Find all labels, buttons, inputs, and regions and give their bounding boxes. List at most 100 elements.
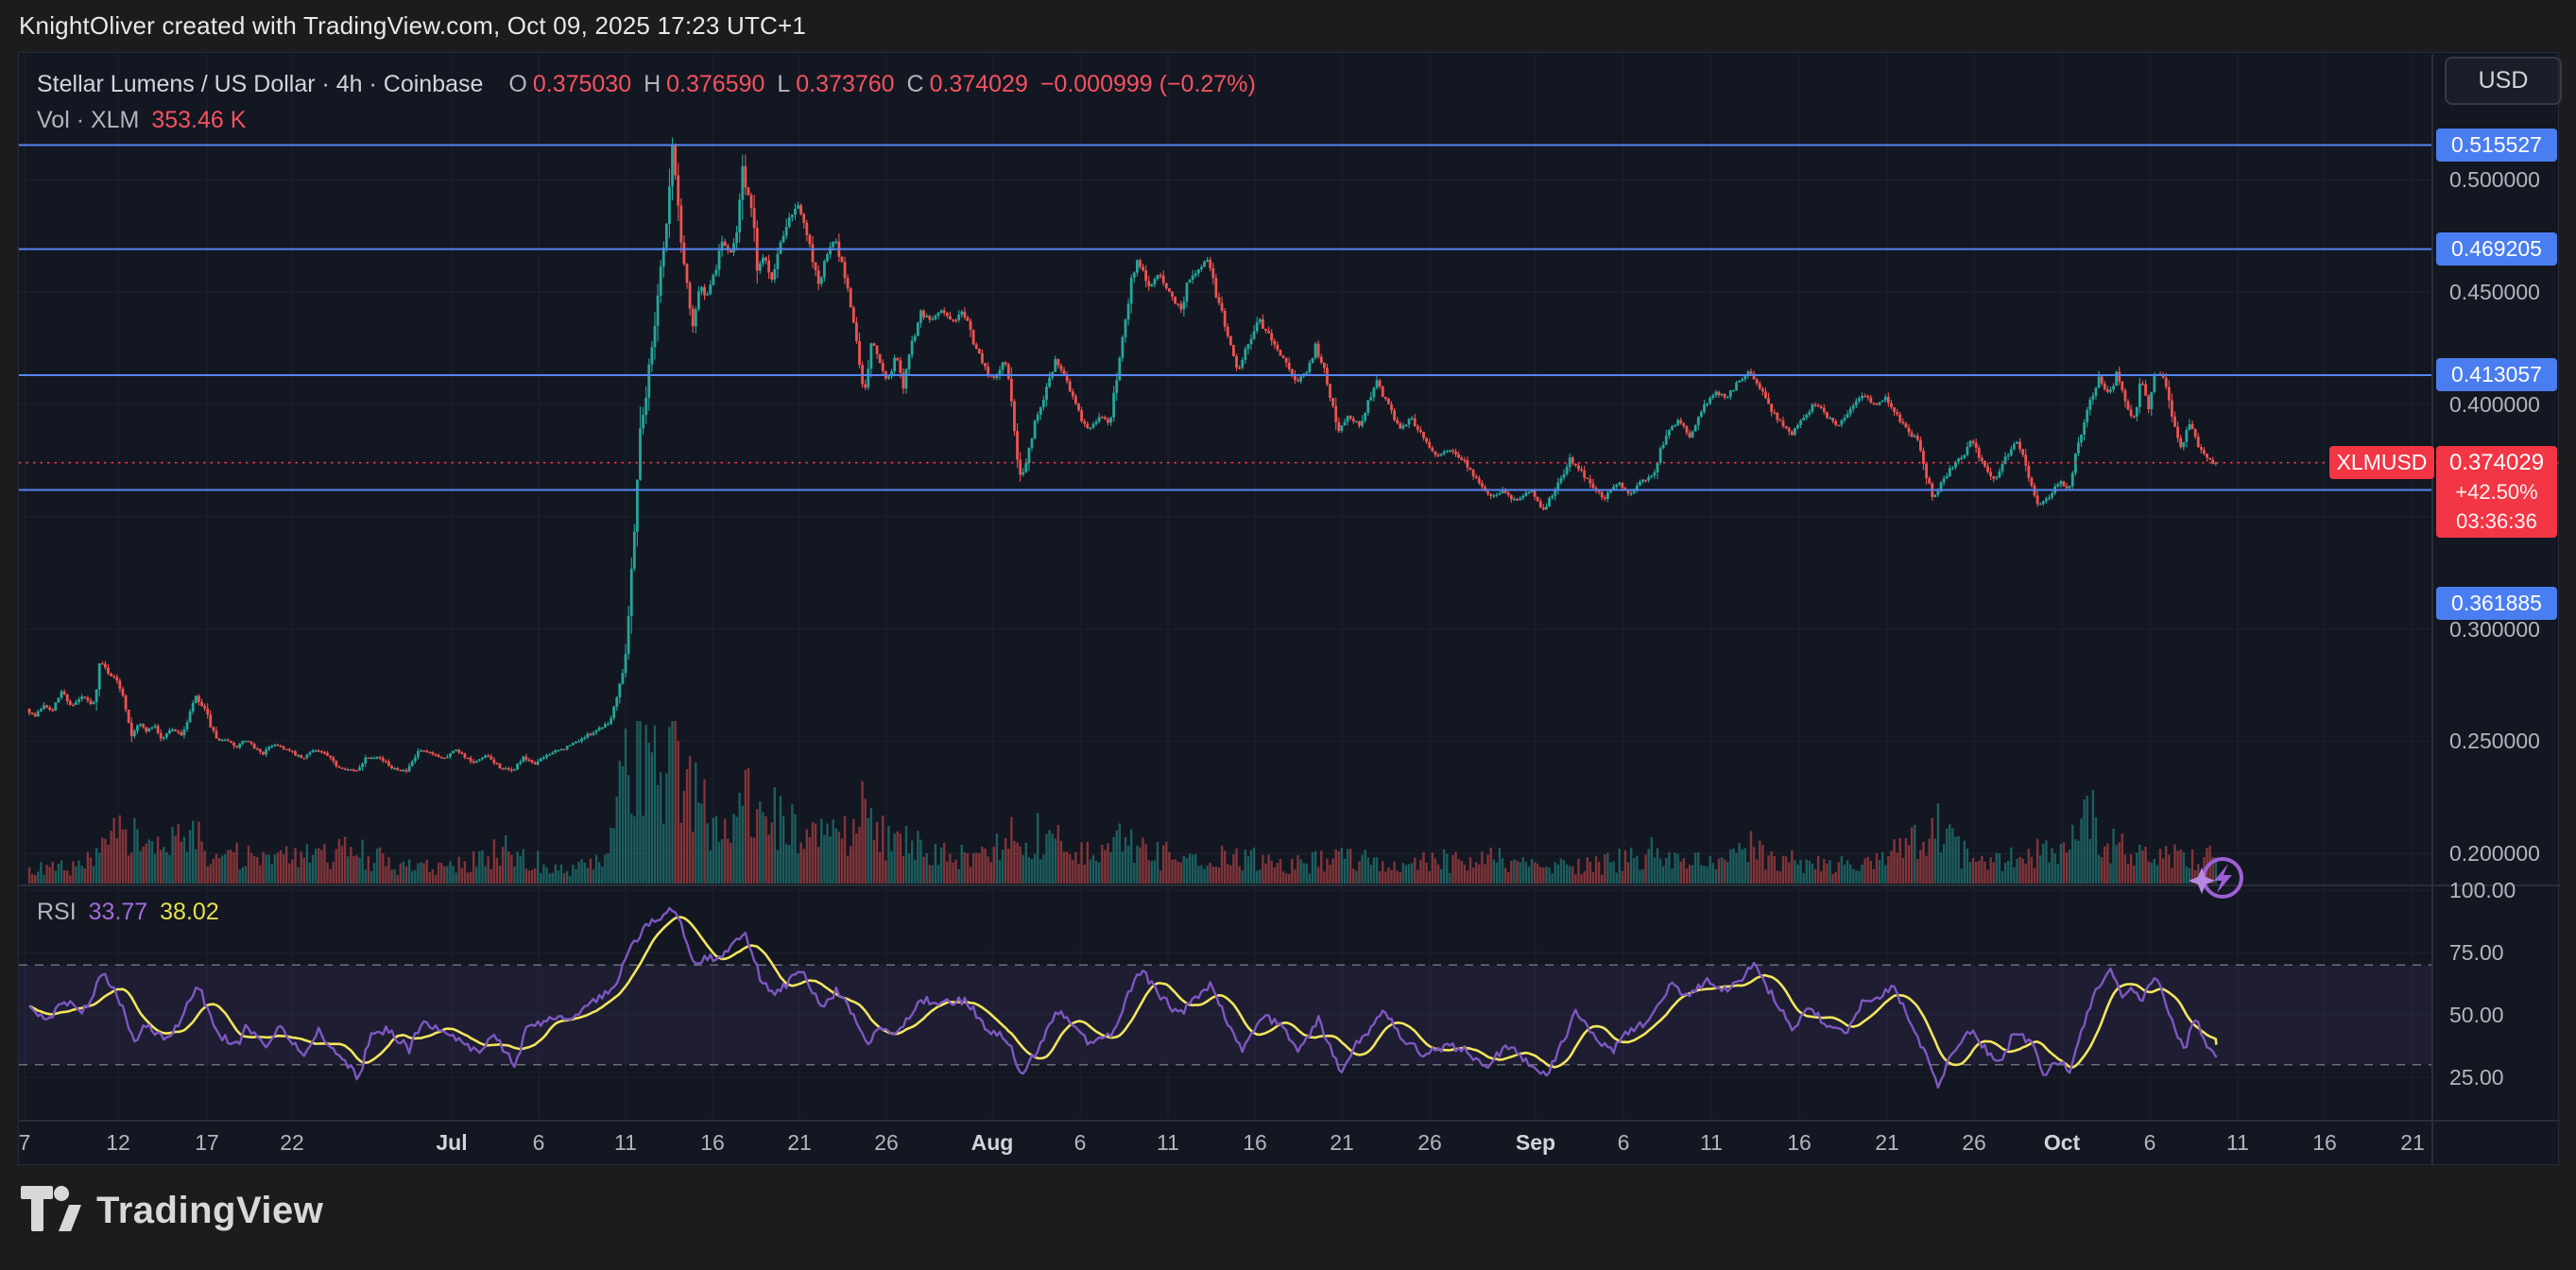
candle-body bbox=[329, 755, 333, 758]
candle-body bbox=[969, 320, 972, 331]
candle-body bbox=[1264, 328, 1267, 331]
candle-body bbox=[1922, 450, 1925, 465]
candle-body bbox=[878, 353, 882, 364]
candle-body bbox=[762, 257, 764, 264]
candle-body bbox=[284, 748, 288, 751]
candle-body bbox=[677, 175, 680, 206]
candle-body bbox=[1492, 495, 1496, 497]
candle-body bbox=[1933, 494, 1937, 497]
volume-bar bbox=[811, 822, 815, 884]
candle-body bbox=[1656, 462, 1659, 472]
candle-body bbox=[407, 765, 411, 772]
candle-body bbox=[592, 732, 595, 735]
candle-body bbox=[855, 322, 858, 341]
volume-bar bbox=[1743, 848, 1746, 884]
volume-bar bbox=[1963, 840, 1966, 884]
candle-body bbox=[1720, 393, 1724, 396]
candle-body bbox=[507, 767, 510, 770]
rsi-band bbox=[19, 965, 2432, 1065]
candle-body bbox=[1878, 402, 1881, 405]
candle-body bbox=[2185, 429, 2189, 442]
volume-bar bbox=[1366, 857, 1369, 884]
candle-body bbox=[1431, 447, 1434, 452]
volume-bar bbox=[1823, 859, 1826, 884]
candle-body bbox=[2126, 401, 2130, 410]
session-change-percent: +42.50% bbox=[2455, 479, 2538, 504]
volume-bar bbox=[163, 847, 165, 884]
level-label-0.469205: 0.469205 bbox=[2436, 232, 2557, 266]
volume-bar bbox=[1858, 870, 1861, 884]
candle-body bbox=[589, 733, 592, 735]
candle-body bbox=[2188, 423, 2191, 430]
candle-body bbox=[1387, 399, 1390, 404]
candle-body bbox=[504, 767, 507, 770]
candle-body bbox=[1966, 447, 1969, 455]
volume-bar bbox=[2144, 846, 2147, 884]
volume-bar bbox=[2173, 844, 2176, 884]
volume-bar bbox=[1542, 867, 1545, 884]
volume-bar bbox=[1729, 849, 1732, 884]
volume-bar bbox=[1866, 856, 1869, 884]
volume-bar bbox=[732, 814, 735, 884]
volume-bar bbox=[794, 814, 797, 884]
volume-bar bbox=[1065, 851, 1069, 884]
volume-bar bbox=[1182, 855, 1186, 884]
candle-body bbox=[463, 753, 467, 758]
candle-body bbox=[1728, 390, 1732, 398]
candle-body bbox=[1951, 467, 1954, 470]
volume-bar bbox=[510, 854, 513, 884]
volume-bar bbox=[1238, 866, 1241, 884]
volume-bar bbox=[1922, 841, 1925, 884]
volume-bar bbox=[294, 848, 297, 884]
volume-bar bbox=[1074, 851, 1077, 884]
volume-bar bbox=[1147, 860, 1150, 884]
candle-body bbox=[1738, 380, 1741, 383]
candle-body bbox=[132, 730, 136, 737]
candle-body bbox=[1284, 357, 1288, 363]
volume-bar bbox=[577, 861, 580, 884]
volume-bar bbox=[2165, 846, 2168, 884]
volume-bar bbox=[1492, 859, 1495, 884]
volume-bar bbox=[1732, 848, 1735, 884]
candle-body bbox=[1457, 454, 1461, 458]
volume-bar bbox=[332, 861, 335, 884]
candle-body bbox=[945, 313, 949, 317]
candle-body bbox=[2173, 416, 2176, 427]
tradingview-logo[interactable]: TradingView bbox=[21, 1186, 323, 1235]
candle-body bbox=[1346, 416, 1349, 422]
level-label-0.361885: 0.361885 bbox=[2436, 587, 2557, 620]
candle-body bbox=[735, 232, 738, 244]
candle-body bbox=[1369, 397, 1373, 401]
volume-bar bbox=[1033, 853, 1037, 884]
volume-bar bbox=[659, 772, 662, 884]
volume-bar bbox=[1056, 825, 1060, 884]
volume-bar bbox=[548, 873, 551, 884]
volume-bar bbox=[1556, 864, 1560, 884]
candle-body bbox=[265, 749, 267, 755]
candle-body bbox=[177, 730, 180, 733]
volume-bar bbox=[89, 857, 93, 884]
volume-bar bbox=[2077, 840, 2080, 884]
volume-bar bbox=[2039, 855, 2042, 884]
volume-bar bbox=[1118, 823, 1122, 884]
volume-bar bbox=[1001, 850, 1005, 884]
volume-bar bbox=[1414, 857, 1417, 884]
volume-bar bbox=[1101, 845, 1104, 884]
time-tick-6: 6 bbox=[532, 1130, 545, 1155]
candle-body bbox=[867, 369, 870, 388]
candle-body bbox=[1340, 425, 1344, 432]
volume-bar bbox=[1668, 852, 1671, 884]
volume-bar bbox=[1723, 859, 1726, 884]
candle-body bbox=[539, 758, 542, 762]
chart-canvas[interactable] bbox=[19, 53, 2560, 1166]
candle-body bbox=[1022, 472, 1025, 475]
candle-body bbox=[258, 748, 262, 752]
currency-toggle-button[interactable]: USD bbox=[2445, 57, 2562, 105]
candle-body bbox=[1861, 396, 1863, 399]
volume-bar bbox=[682, 790, 686, 884]
candle-body bbox=[2062, 481, 2066, 487]
candle-body bbox=[2211, 459, 2215, 464]
volume-bar bbox=[2136, 852, 2138, 884]
volume-bar bbox=[232, 851, 235, 884]
candle-body bbox=[1039, 406, 1042, 415]
